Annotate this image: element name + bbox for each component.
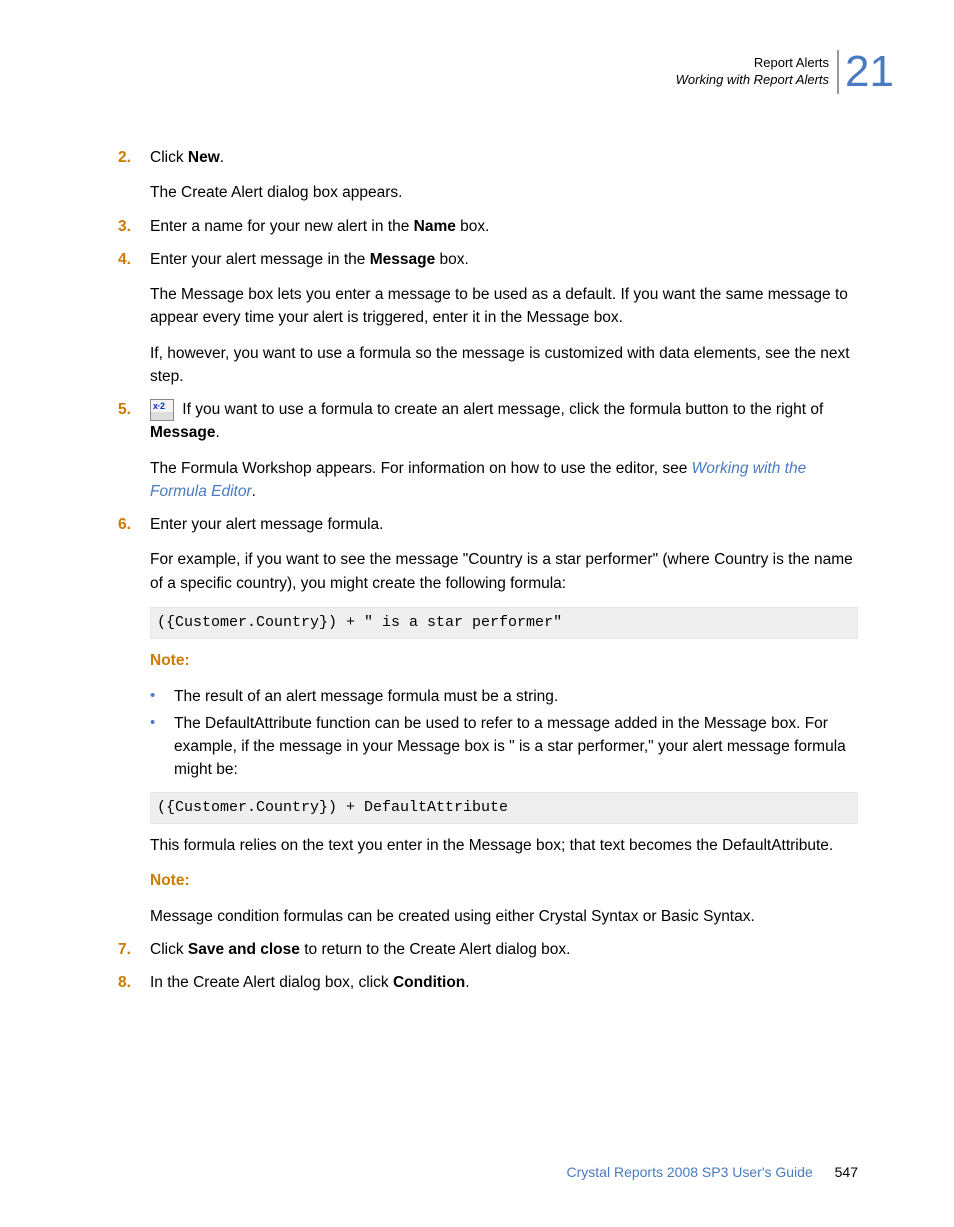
step-text: Enter a name for your new alert in the N… [150,215,858,238]
step-sub: The Create Alert dialog box appears. [150,181,858,204]
note-text: Message condition formulas can be create… [150,905,858,928]
step-number: 6. [118,513,150,928]
step-8: 8. In the Create Alert dialog box, click… [118,971,858,994]
step-number: 2. [118,146,150,205]
step-5: 5. If you want to use a formula to creat… [118,398,858,503]
list-item: •The DefaultAttribute function can be us… [150,712,858,782]
step-body: Click New. The Create Alert dialog box a… [150,146,858,205]
step-body: Enter your alert message in the Message … [150,248,858,388]
step-2: 2. Click New. The Create Alert dialog bo… [118,146,858,205]
step-4: 4. Enter your alert message in the Messa… [118,248,858,388]
header-line1: Report Alerts [676,55,829,72]
formula-button-icon [150,399,174,421]
bullet-dot: • [150,685,174,708]
step-number: 7. [118,938,150,961]
list-item: •The result of an alert message formula … [150,685,858,708]
step-text: Click Save and close to return to the Cr… [150,938,858,961]
step-6: 6. Enter your alert message formula. For… [118,513,858,928]
step-text: Click New. [150,146,858,169]
header-text: Report Alerts Working with Report Alerts [676,55,829,89]
bullet-dot: • [150,712,174,782]
step-number: 8. [118,971,150,994]
step-body: In the Create Alert dialog box, click Co… [150,971,858,994]
footer-title: Crystal Reports 2008 SP3 User's Guide [567,1164,813,1180]
step-sub: The Message box lets you enter a message… [150,283,858,330]
step-body: If you want to use a formula to create a… [150,398,858,503]
page-header: Report Alerts Working with Report Alerts… [676,50,894,94]
note-bullets: •The result of an alert message formula … [150,685,858,782]
footer-page: 547 [835,1164,858,1180]
step-sub: For example, if you want to see the mess… [150,548,858,595]
code-block: ({Customer.Country}) + " is a star perfo… [150,607,858,640]
header-line2: Working with Report Alerts [676,72,829,89]
bullet-text: The result of an alert message formula m… [174,685,858,708]
step-3: 3. Enter a name for your new alert in th… [118,215,858,238]
step-sub: This formula relies on the text you ente… [150,834,858,857]
step-number: 5. [118,398,150,503]
step-body: Enter your alert message formula. For ex… [150,513,858,928]
step-text: Enter your alert message formula. [150,513,858,536]
main-content: 2. Click New. The Create Alert dialog bo… [118,146,858,994]
step-number: 3. [118,215,150,238]
step-body: Click Save and close to return to the Cr… [150,938,858,961]
step-list: 2. Click New. The Create Alert dialog bo… [118,146,858,994]
step-sub: If, however, you want to use a formula s… [150,342,858,389]
step-7: 7. Click Save and close to return to the… [118,938,858,961]
step-sub: The Formula Workshop appears. For inform… [150,457,858,504]
step-number: 4. [118,248,150,388]
code-block: ({Customer.Country}) + DefaultAttribute [150,792,858,825]
note-label: Note: [150,649,858,672]
page-footer: Crystal Reports 2008 SP3 User's Guide 54… [567,1162,858,1183]
step-body: Enter a name for your new alert in the N… [150,215,858,238]
step-text: In the Create Alert dialog box, click Co… [150,971,858,994]
bullet-text: The DefaultAttribute function can be use… [174,712,858,782]
note-label: Note: [150,869,858,892]
step-text: If you want to use a formula to create a… [150,398,858,445]
chapter-number: 21 [837,50,894,94]
step-text: Enter your alert message in the Message … [150,248,858,271]
